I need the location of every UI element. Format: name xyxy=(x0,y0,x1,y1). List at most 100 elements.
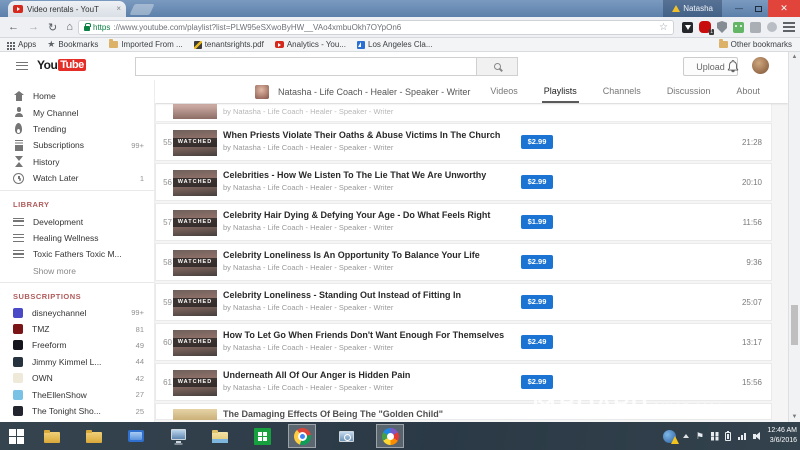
price-badge[interactable]: $2.99 xyxy=(521,295,553,309)
browser-tab[interactable]: Video rentals - YouT × xyxy=(8,1,126,17)
show-hidden-icons[interactable] xyxy=(683,434,689,438)
playlist-item[interactable]: 60 WATCHED How To Let Go When Friends Do… xyxy=(155,323,772,361)
channel-tab[interactable]: Discussion xyxy=(667,80,711,103)
price-badge[interactable]: $2.49 xyxy=(521,335,553,349)
scroll-down-icon[interactable]: ▼ xyxy=(789,414,800,420)
guide-menu-icon[interactable] xyxy=(16,62,28,70)
video-thumbnail[interactable] xyxy=(173,409,217,420)
sidebar-item[interactable]: Subscriptions 99+ xyxy=(0,137,154,153)
sidebar-item[interactable]: Home xyxy=(0,88,154,104)
extension-icon[interactable] xyxy=(767,22,777,32)
scrollbar-thumb[interactable] xyxy=(791,305,798,345)
battery-icon[interactable] xyxy=(725,432,731,441)
search-input[interactable] xyxy=(136,60,476,77)
taskbar-folder[interactable] xyxy=(80,424,108,448)
subscription-item[interactable]: The Tonight Sho... 25 xyxy=(0,403,154,419)
playlist-item[interactable]: 58 WATCHED Celebrity Loneliness Is An Op… xyxy=(155,243,772,281)
video-title[interactable]: Underneath All Of Our Anger is Hidden Pa… xyxy=(223,370,410,380)
browser-menu-icon[interactable] xyxy=(783,22,795,32)
search-button[interactable] xyxy=(477,57,518,76)
channel-tab[interactable]: Channels xyxy=(603,80,641,103)
channel-tab[interactable]: Playlists xyxy=(544,80,577,103)
video-title[interactable]: When Priests Violate Their Oaths & Abuse… xyxy=(223,130,500,140)
taskbar-search[interactable] xyxy=(332,424,360,448)
bookmark-item[interactable]: Analytics - You... xyxy=(275,40,346,49)
playlist-item[interactable]: 56 WATCHED Celebrities - How We Listen T… xyxy=(155,163,772,201)
taskbar-display-settings[interactable] xyxy=(122,424,150,448)
video-thumbnail[interactable]: WATCHED xyxy=(173,130,217,156)
start-button[interactable] xyxy=(3,425,29,447)
new-tab-button[interactable] xyxy=(129,4,154,15)
sidebar-item[interactable]: Watch Later 1 xyxy=(0,170,154,186)
taskbar-picasa[interactable] xyxy=(376,424,404,448)
video-thumbnail[interactable]: WATCHED xyxy=(173,250,217,276)
profile-chip[interactable]: Natasha xyxy=(663,0,722,17)
subscription-item[interactable]: Jimmy Kimmel L... 44 xyxy=(0,354,154,370)
windows-tray-icon[interactable] xyxy=(711,432,715,436)
shield-extension-icon[interactable] xyxy=(717,21,727,33)
video-thumbnail[interactable]: WATCHED xyxy=(173,210,217,236)
video-title[interactable]: The Damaging Effects Of Being The "Golde… xyxy=(223,409,443,419)
notifications-bell-icon[interactable] xyxy=(726,59,740,73)
action-center-flag-icon[interactable]: ⚑ xyxy=(696,432,704,441)
channel-tab[interactable]: Videos xyxy=(490,80,517,103)
close-button[interactable]: ✕ xyxy=(768,0,800,17)
alert-moon-icon[interactable] xyxy=(663,430,676,443)
taskbar-chrome[interactable] xyxy=(288,424,316,448)
bookmark-item[interactable]: Imported From ... xyxy=(109,40,182,49)
tab-close-icon[interactable]: × xyxy=(116,5,121,13)
library-playlist-item[interactable]: Development xyxy=(0,213,154,229)
video-thumbnail[interactable]: WATCHED xyxy=(173,170,217,196)
sidebar-item[interactable]: History xyxy=(0,154,154,170)
playlist-item[interactable]: 55 WATCHED When Priests Violate Their Oa… xyxy=(155,123,772,161)
library-playlist-item[interactable]: Toxic Fathers Toxic M... xyxy=(0,246,154,262)
refresh-icon[interactable]: ↻ xyxy=(48,21,57,34)
bookmark-item[interactable]: Los Angeles Cla... xyxy=(357,40,432,49)
network-signal-icon[interactable] xyxy=(738,433,746,440)
video-thumbnail[interactable] xyxy=(173,104,217,119)
playlist-item[interactable]: 57 WATCHED Celebrity Hair Dying & Defyin… xyxy=(155,203,772,241)
extension-icon[interactable] xyxy=(682,22,693,33)
subscription-item[interactable]: disneychannel 99+ xyxy=(0,305,154,321)
subscription-item[interactable]: TheEllenShow 27 xyxy=(0,386,154,402)
subscription-item[interactable]: TMZ 81 xyxy=(0,321,154,337)
channel-name[interactable]: Natasha - Life Coach - Healer - Speaker … xyxy=(278,87,470,97)
extension-icon[interactable] xyxy=(750,22,761,33)
back-icon[interactable]: ← xyxy=(8,21,19,33)
video-thumbnail[interactable]: WATCHED xyxy=(173,370,217,396)
playlist-item[interactable]: 61 WATCHED Underneath All Of Our Anger i… xyxy=(155,363,772,401)
sidebar-item[interactable]: My Channel xyxy=(0,104,154,120)
bookmark-star-icon[interactable]: ☆ xyxy=(659,23,668,33)
account-avatar[interactable] xyxy=(752,57,769,74)
other-bookmarks[interactable]: Other bookmarks xyxy=(719,40,800,49)
taskbar-file-explorer[interactable] xyxy=(206,424,234,448)
page-scrollbar[interactable]: ▲ ▼ xyxy=(788,52,800,422)
url-bar[interactable]: https ://www.youtube.com/playlist?list=P… xyxy=(78,20,674,35)
youtube-logo[interactable]: YouTube xyxy=(37,58,86,72)
extension-icon[interactable] xyxy=(733,22,744,33)
volume-icon[interactable] xyxy=(753,434,756,439)
video-title[interactable]: Celebrity Loneliness Is An Opportunity T… xyxy=(223,250,480,260)
taskbar-windows-store[interactable] xyxy=(248,424,276,448)
price-badge[interactable]: $2.99 xyxy=(521,375,553,389)
bookmarks-shortcut[interactable]: ★Bookmarks xyxy=(47,40,98,49)
price-badge[interactable]: $2.99 xyxy=(521,255,553,269)
show-more-link[interactable]: Show more xyxy=(0,263,154,278)
video-title[interactable]: Celebrities - How We Listen To The Lie T… xyxy=(223,170,486,180)
video-title[interactable]: How To Let Go When Friends Don't Want En… xyxy=(223,330,504,340)
playlist-item-partial[interactable]: by Natasha - Life Coach - Healer - Speak… xyxy=(155,104,772,122)
subscription-item[interactable]: Freeform 49 xyxy=(0,337,154,353)
scroll-up-icon[interactable]: ▲ xyxy=(789,54,800,60)
minimize-button[interactable]: — xyxy=(730,0,748,17)
video-title[interactable]: Celebrity Hair Dying & Defying Your Age … xyxy=(223,210,490,220)
video-thumbnail[interactable]: WATCHED xyxy=(173,330,217,356)
bookmark-item[interactable]: tenantsrights.pdf xyxy=(194,40,264,49)
sidebar-item[interactable]: Trending xyxy=(0,121,154,137)
price-badge[interactable]: $2.99 xyxy=(521,135,553,149)
playlist-item-partial[interactable]: The Damaging Effects Of Being The "Golde… xyxy=(155,403,772,420)
maximize-button[interactable] xyxy=(749,0,767,17)
apps-shortcut[interactable]: Apps xyxy=(7,40,36,49)
price-badge[interactable]: $2.99 xyxy=(521,175,553,189)
channel-avatar[interactable] xyxy=(255,85,269,99)
taskbar-clock[interactable]: 12:46 AM 3/6/2016 xyxy=(767,426,797,446)
